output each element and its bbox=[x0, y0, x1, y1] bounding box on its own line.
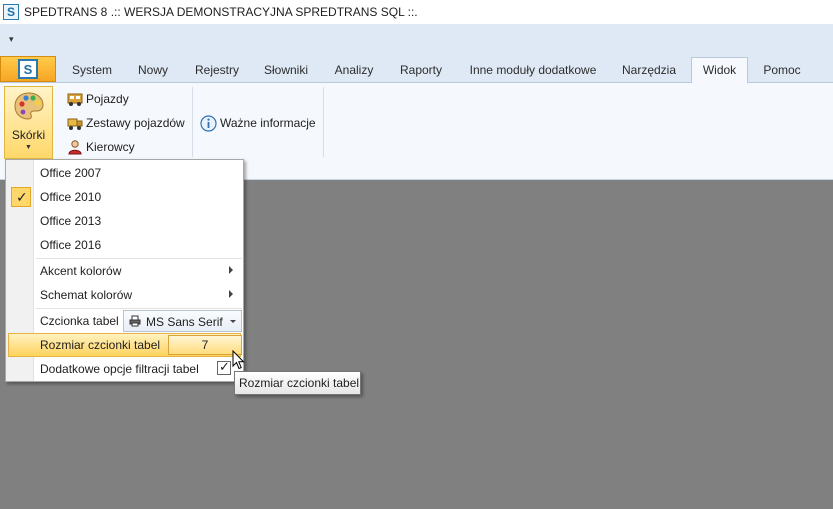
chevron-right-icon bbox=[229, 290, 233, 298]
font-select-value: MS Sans Serif bbox=[146, 315, 223, 329]
menu-item-label: Office 2010 bbox=[40, 190, 102, 204]
tab-slowniki[interactable]: Słowniki bbox=[256, 60, 316, 82]
menu-item-dodatkowe-opcje-filtracji[interactable]: Dodatkowe opcje filtracji tabel ✓ bbox=[6, 357, 243, 381]
menu-item-label: Akcent kolorów bbox=[40, 264, 122, 278]
menu-item-office-2013[interactable]: Office 2013 bbox=[6, 209, 243, 233]
title-bar: S SPEDTRANS 8 .:: WERSJA DEMONSTRACYJNA … bbox=[0, 0, 833, 24]
checkmark-icon: ✓ bbox=[16, 189, 28, 205]
truck-icon bbox=[67, 118, 83, 130]
driver-icon bbox=[68, 140, 82, 155]
mouse-cursor-icon bbox=[232, 350, 245, 370]
menu-item-label: Office 2016 bbox=[40, 238, 102, 252]
chevron-down-icon bbox=[230, 320, 236, 323]
tab-pomoc[interactable]: Pomoc bbox=[754, 60, 810, 82]
palette-icon bbox=[14, 92, 44, 120]
ribbon-tabs: S System Nowy Rejestry Słowniki Analizy … bbox=[0, 54, 833, 84]
vehicle-icon bbox=[67, 93, 83, 106]
tab-narzedzia[interactable]: Narzędzia bbox=[614, 60, 684, 82]
tab-inne-moduly[interactable]: Inne moduły dodatkowe bbox=[460, 60, 606, 82]
skorki-button[interactable]: Skórki ▼ bbox=[4, 86, 53, 159]
kierowcy-label: Kierowcy bbox=[86, 140, 135, 154]
menu-item-schemat-kolorow[interactable]: Schemat kolorów bbox=[6, 283, 243, 307]
font-size-input[interactable]: 7 bbox=[168, 335, 242, 355]
tab-rejestry[interactable]: Rejestry bbox=[186, 60, 248, 82]
quick-access-dropdown-icon[interactable]: ▾ bbox=[9, 34, 14, 45]
menu-item-label: Office 2007 bbox=[40, 166, 102, 180]
filter-options-checkbox[interactable]: ✓ bbox=[217, 359, 231, 375]
checked-indicator: ✓ bbox=[11, 187, 31, 207]
tab-widok[interactable]: Widok bbox=[691, 57, 748, 84]
ribbon-separator bbox=[323, 87, 324, 157]
pojazdy-button[interactable]: Pojazdy bbox=[67, 88, 129, 110]
zestawy-pojazdow-button[interactable]: Zestawy pojazdów bbox=[67, 112, 185, 134]
skorki-dropdown-menu: Office 2007 ✓ Office 2010 Office 2013 Of… bbox=[5, 159, 244, 382]
chevron-right-icon bbox=[229, 266, 233, 274]
menu-item-label: Office 2013 bbox=[40, 214, 102, 228]
menu-item-office-2016[interactable]: Office 2016 bbox=[6, 233, 243, 257]
checkmark-icon: ✓ bbox=[219, 359, 230, 374]
ribbon-separator bbox=[192, 87, 193, 157]
tab-system[interactable]: System bbox=[62, 60, 122, 82]
menu-item-office-2007[interactable]: Office 2007 bbox=[6, 161, 243, 185]
app-logo-icon: S bbox=[3, 4, 19, 20]
pojazdy-label: Pojazdy bbox=[86, 92, 129, 106]
skorki-label: Skórki bbox=[11, 128, 46, 142]
menu-item-label: Czcionka tabel bbox=[40, 314, 119, 328]
menu-item-office-2010[interactable]: ✓ Office 2010 bbox=[6, 185, 243, 209]
menu-item-czcionka-tabel: Czcionka tabel MS Sans Serif bbox=[6, 309, 243, 333]
wazne-informacje-label: Ważne informacje bbox=[220, 116, 316, 130]
menu-item-akcent-kolorow[interactable]: Akcent kolorów bbox=[6, 259, 243, 283]
tab-raporty[interactable]: Raporty bbox=[392, 60, 450, 82]
menu-item-rozmiar-czcionki-tabel: Rozmiar czcionki tabel 7 bbox=[6, 333, 243, 357]
menu-item-label: Dodatkowe opcje filtracji tabel bbox=[40, 362, 199, 376]
kierowcy-button[interactable]: Kierowcy bbox=[67, 136, 135, 158]
tab-analizy[interactable]: Analizy bbox=[325, 60, 383, 82]
zestawy-pojazdow-label: Zestawy pojazdów bbox=[86, 116, 185, 130]
menu-item-label: Rozmiar czcionki tabel bbox=[40, 338, 161, 352]
info-icon bbox=[200, 114, 217, 132]
tooltip: Rozmiar czcionki tabel bbox=[234, 371, 361, 395]
window-title: SPEDTRANS 8 .:: WERSJA DEMONSTRACYJNA SP… bbox=[24, 5, 418, 19]
chevron-down-icon: ▼ bbox=[25, 144, 32, 151]
menu-item-label: Schemat kolorów bbox=[40, 288, 133, 302]
wazne-informacje-button[interactable]: Ważne informacje bbox=[200, 112, 316, 134]
font-select[interactable]: MS Sans Serif bbox=[123, 310, 242, 332]
printer-icon bbox=[129, 315, 141, 327]
application-menu-button[interactable]: S bbox=[0, 56, 56, 82]
tab-nowy[interactable]: Nowy bbox=[128, 60, 178, 82]
quick-access-toolbar: ▾ bbox=[0, 24, 833, 54]
app-logo-icon: S bbox=[18, 59, 38, 79]
